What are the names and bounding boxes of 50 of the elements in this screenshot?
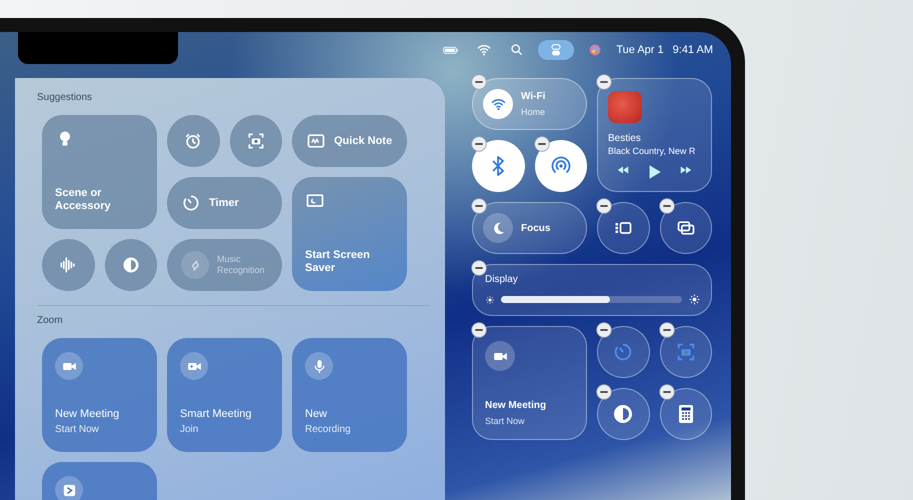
control-tile[interactable] bbox=[597, 202, 650, 254]
sun-icon bbox=[688, 293, 701, 306]
control-tile[interactable] bbox=[597, 326, 650, 378]
album-art bbox=[608, 91, 642, 123]
control-tile[interactable] bbox=[42, 239, 94, 291]
remove-icon[interactable] bbox=[658, 322, 674, 338]
remove-icon[interactable] bbox=[471, 322, 487, 338]
control-tile[interactable]: Focus bbox=[472, 202, 587, 254]
control-tile[interactable] bbox=[597, 388, 650, 440]
section-heading: Suggestions bbox=[37, 92, 94, 104]
control-tile[interactable]: Smart Meeting Join bbox=[167, 338, 282, 452]
remove-icon[interactable] bbox=[596, 198, 612, 214]
control-tile[interactable] bbox=[660, 326, 712, 378]
remove-icon[interactable] bbox=[534, 136, 550, 152]
camera-frame-icon bbox=[246, 131, 266, 151]
control-tile[interactable] bbox=[472, 140, 524, 192]
menu-bar-date: Tue Apr 1 bbox=[616, 44, 664, 56]
control-tile[interactable]: Scene or Accessory bbox=[42, 115, 157, 229]
control-tile[interactable]: Timer bbox=[167, 177, 282, 229]
menu-bar-clock: 9:41 AM bbox=[672, 44, 713, 56]
control-tile[interactable] bbox=[534, 140, 587, 192]
remove-icon[interactable] bbox=[658, 384, 674, 400]
remove-icon[interactable] bbox=[471, 136, 487, 152]
display-label: Display bbox=[485, 274, 519, 285]
control-tile[interactable]: New Meeting Start Now bbox=[472, 326, 587, 440]
control-tile[interactable] bbox=[660, 388, 712, 440]
control-tile[interactable] bbox=[660, 202, 712, 254]
wifi-icon bbox=[476, 42, 492, 58]
remove-icon[interactable] bbox=[471, 74, 487, 90]
remove-icon[interactable] bbox=[658, 198, 674, 214]
section-heading: Zoom bbox=[37, 315, 64, 327]
remove-icon[interactable] bbox=[471, 260, 487, 276]
control-tile[interactable]: New Recording bbox=[292, 338, 407, 452]
sun-icon bbox=[485, 294, 495, 304]
remove-icon[interactable] bbox=[596, 74, 612, 90]
remove-icon[interactable] bbox=[596, 322, 612, 338]
brightness-slider[interactable] bbox=[501, 296, 682, 303]
control-tile[interactable]: Quick Note bbox=[292, 115, 407, 167]
control-tile[interactable]: Wi-Fi Home bbox=[472, 78, 587, 130]
remove-icon[interactable] bbox=[596, 384, 612, 400]
artist-name: Black Country, New R bbox=[608, 145, 696, 157]
orb-icon bbox=[587, 42, 604, 58]
control-tile[interactable] bbox=[167, 115, 220, 167]
timer-icon bbox=[181, 193, 201, 213]
control-tile[interactable]: Start Screen Saver bbox=[292, 177, 407, 291]
remove-icon[interactable] bbox=[471, 198, 487, 214]
song-title: Besties bbox=[608, 133, 641, 145]
control-tile[interactable]: New Meeting Start Now bbox=[42, 338, 157, 452]
menu-bar-toggles-button[interactable] bbox=[538, 40, 574, 60]
contrast-icon bbox=[120, 255, 141, 275]
